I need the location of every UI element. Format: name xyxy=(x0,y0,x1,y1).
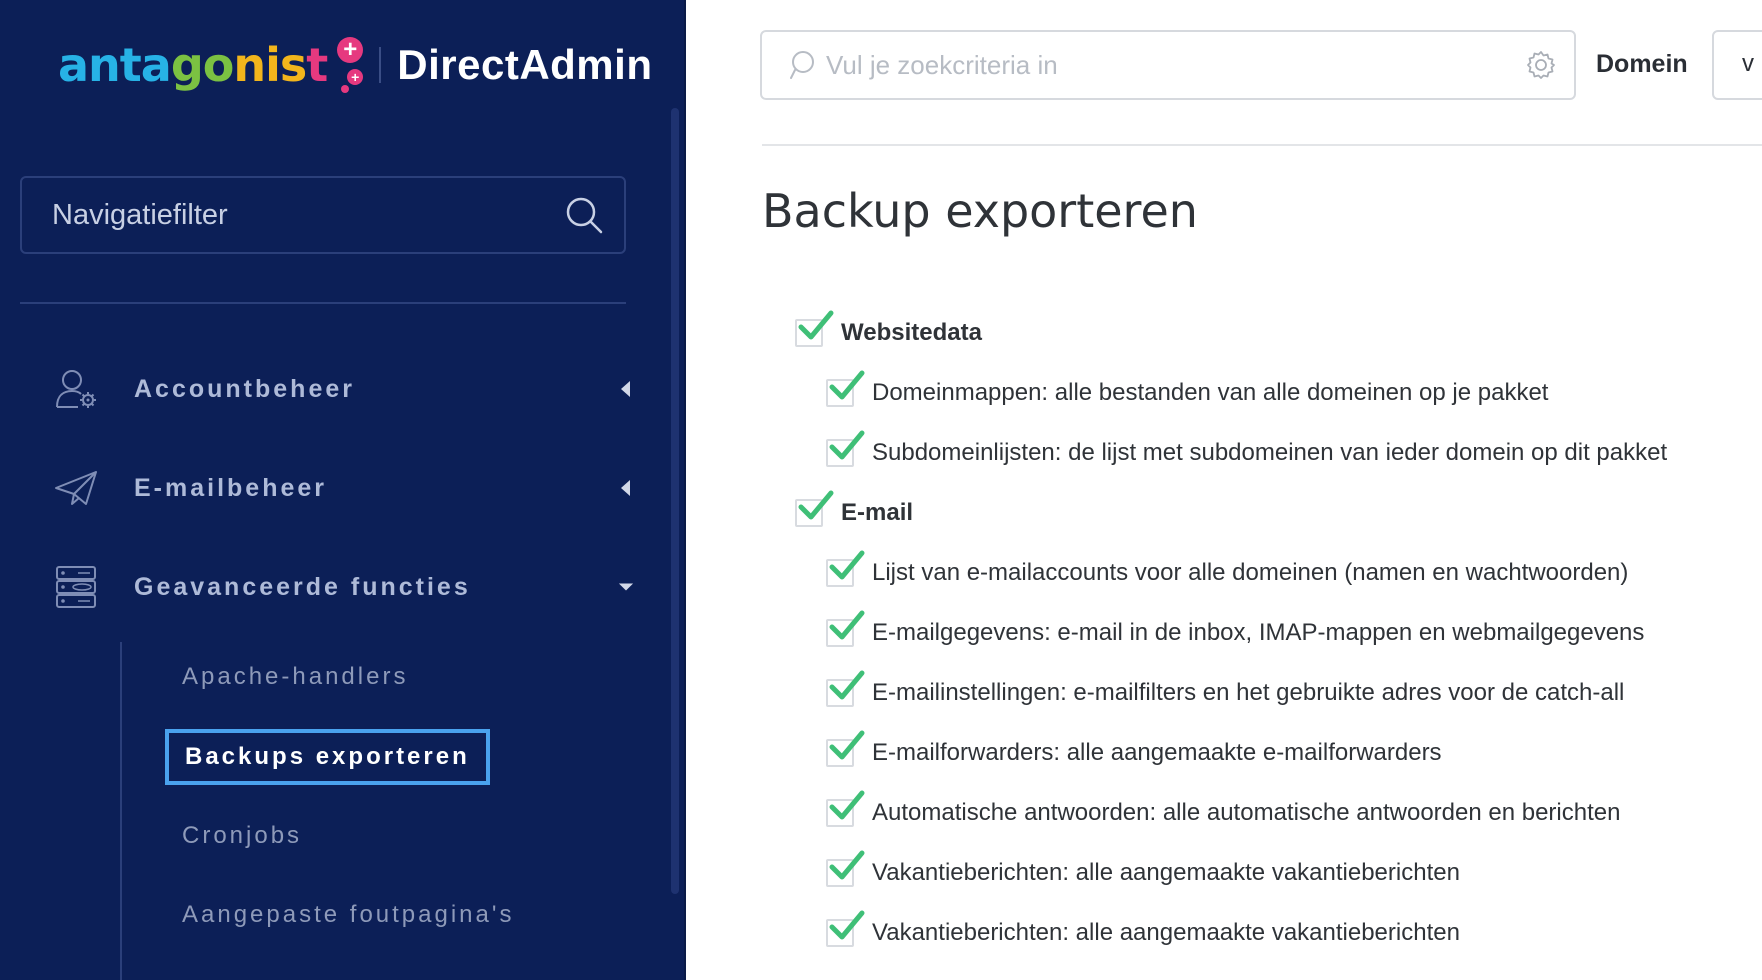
checkmark-icon xyxy=(829,430,865,460)
sidebar-subitem-aangepaste-foutpaginas[interactable]: Aangepaste foutpagina's xyxy=(182,901,514,929)
option-label: Domeinmappen: alle bestanden van alle do… xyxy=(872,379,1549,406)
sidebar-item-e-mailbeheer[interactable]: E-mailbeheer xyxy=(54,458,634,518)
sidebar-item-label: Geavanceerde functies xyxy=(134,572,471,601)
checkmark-icon xyxy=(829,910,865,940)
sidebar-item-label: E-mailbeheer xyxy=(134,473,328,502)
logo-separator xyxy=(379,47,382,83)
checkmark-icon xyxy=(829,850,865,880)
option-label: Vakantieberichten: alle aangemaakte vaka… xyxy=(872,859,1460,886)
option-websitedata[interactable]: Websitedata xyxy=(795,310,982,347)
sidebar-item-accountbeheer[interactable]: Accountbeheer xyxy=(54,359,634,419)
option-label: Vakantieberichten: alle aangemaakte vaka… xyxy=(872,919,1460,946)
sidebar-scrollbar[interactable] xyxy=(671,108,679,894)
header-divider xyxy=(762,144,1762,146)
user-gear-icon xyxy=(56,370,96,408)
checkmark-icon xyxy=(829,610,865,640)
option-label: Websitedata xyxy=(841,319,982,346)
sidebar-subitem-cronjobs[interactable]: Cronjobs xyxy=(182,822,302,850)
checkmark-icon xyxy=(829,370,865,400)
search-icon xyxy=(790,51,814,79)
option-label: Subdomeinlijsten: de lijst met subdomein… xyxy=(872,439,1668,466)
navigation-filter-placeholder: Navigatiefilter xyxy=(52,198,228,231)
checkbox[interactable] xyxy=(826,790,865,827)
option-vakantieberichten[interactable]: Vakantieberichten: alle aangemaakte vaka… xyxy=(826,910,1460,947)
caret-down-icon xyxy=(618,583,634,591)
option-e-mailaccounts[interactable]: Lijst van e-mailaccounts voor alle domei… xyxy=(826,550,1629,587)
option-automatische-antwoorden[interactable]: Automatische antwoorden: alle automatisc… xyxy=(826,790,1621,827)
checkbox[interactable] xyxy=(795,310,834,347)
option-label: Automatische antwoorden: alle automatisc… xyxy=(872,799,1621,826)
page-title: Backup exporteren xyxy=(762,184,1198,238)
option-label: E-mailgegevens: e-mail in de inbox, IMAP… xyxy=(872,619,1645,646)
global-search-bar[interactable] xyxy=(760,30,1576,100)
sidebar: antagonist + + DirectAdmin Navigatiefilte… xyxy=(0,0,684,980)
option-label: Lijst van e-mailaccounts voor alle domei… xyxy=(872,559,1629,586)
sidebar-subitem-backups-exporteren[interactable]: Backups exporteren xyxy=(165,729,490,785)
checkmark-icon xyxy=(829,790,865,820)
checkmark-icon xyxy=(829,730,865,760)
antagonist-logo: antagonist xyxy=(58,38,328,92)
checkbox[interactable] xyxy=(795,490,834,527)
option-e-mailinstellingen[interactable]: E-mailinstellingen: e-mailfilters en het… xyxy=(826,670,1625,707)
option-label: E-mail xyxy=(841,499,914,526)
option-label: E-mailinstellingen: e-mailfilters en het… xyxy=(872,679,1625,706)
search-icon[interactable] xyxy=(564,195,604,235)
checkbox[interactable] xyxy=(826,610,865,647)
gear-icon[interactable] xyxy=(1526,50,1556,80)
sidebar-border xyxy=(684,0,686,980)
domain-select[interactable]: v xyxy=(1712,30,1762,100)
option-label: E-mailforwarders: alle aangemaakte e-mai… xyxy=(872,739,1442,766)
option-subdomeinlijsten[interactable]: Subdomeinlijsten: de lijst met subdomein… xyxy=(826,430,1668,467)
caret-left-icon xyxy=(621,381,630,397)
option-domeinmappen[interactable]: Domeinmappen: alle bestanden van alle do… xyxy=(826,370,1549,407)
sidebar-divider xyxy=(20,302,626,304)
option-e-mailforwarders[interactable]: E-mailforwarders: alle aangemaakte e-mai… xyxy=(826,730,1442,767)
option-e-mail[interactable]: E-mail xyxy=(795,490,914,527)
navigation-filter-input[interactable]: Navigatiefilter xyxy=(20,176,626,254)
caret-left-icon xyxy=(621,480,630,496)
checkbox[interactable] xyxy=(826,550,865,587)
checkbox[interactable] xyxy=(826,370,865,407)
checkbox[interactable] xyxy=(826,430,865,467)
logo-plus-icon: + + xyxy=(331,35,365,95)
checkbox[interactable] xyxy=(826,910,865,947)
checkmark-icon xyxy=(829,670,865,700)
submenu-tree-line xyxy=(120,642,122,980)
checkbox[interactable] xyxy=(826,670,865,707)
domain-label: Domein xyxy=(1596,50,1688,78)
checkmark-icon xyxy=(829,550,865,580)
checkmark-icon xyxy=(798,310,834,340)
directadmin-logo: DirectAdmin xyxy=(397,41,653,88)
checkbox[interactable] xyxy=(826,850,865,887)
sidebar-item-label: Accountbeheer xyxy=(134,374,355,403)
checkbox[interactable] xyxy=(826,730,865,767)
global-search-input[interactable] xyxy=(824,48,1526,82)
paper-plane-icon xyxy=(55,471,97,505)
sidebar-subitem-apache-handlers[interactable]: Apache-handlers xyxy=(182,663,408,691)
logo[interactable]: antagonist + + DirectAdmin xyxy=(58,30,652,100)
checkmark-icon xyxy=(798,490,834,520)
server-database-icon xyxy=(56,566,96,608)
sidebar-item-geavanceerde-functies[interactable]: Geavanceerde functies xyxy=(54,557,634,617)
option-vakantieberichten[interactable]: Vakantieberichten: alle aangemaakte vaka… xyxy=(826,850,1460,887)
option-e-mailgegevens[interactable]: E-mailgegevens: e-mail in de inbox, IMAP… xyxy=(826,610,1645,647)
